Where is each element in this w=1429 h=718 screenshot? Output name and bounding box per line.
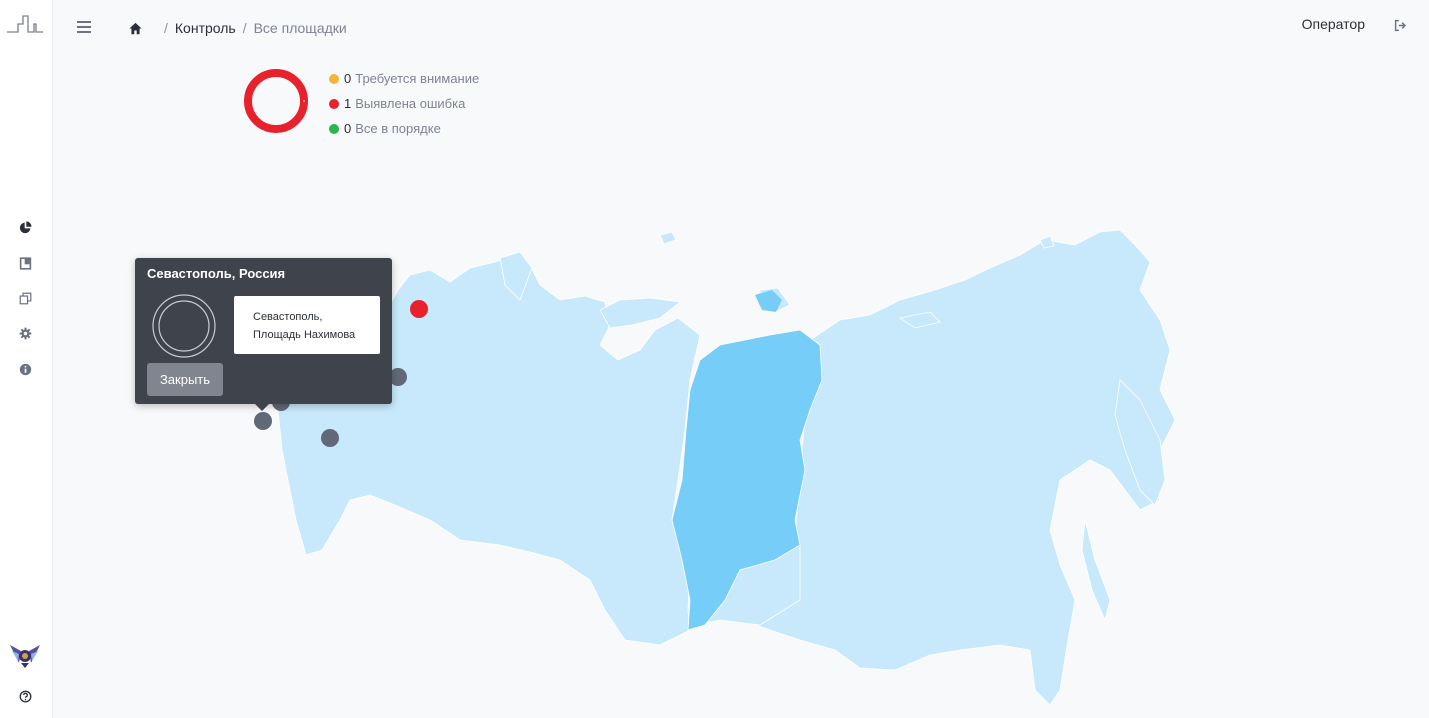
site-marker[interactable] bbox=[321, 429, 339, 447]
site-popup: Севастополь, Россия Севастополь, Площадь… bbox=[135, 258, 392, 411]
legend-label: Все в порядке bbox=[355, 121, 441, 136]
sidebar-item-help[interactable] bbox=[16, 687, 34, 705]
legend-count: 0 bbox=[344, 71, 352, 86]
info-icon bbox=[19, 363, 31, 375]
breadcrumb-separator: / bbox=[242, 20, 247, 36]
sign-out-icon[interactable] bbox=[1394, 19, 1407, 32]
breadcrumb-item-all-sites: Все площадки bbox=[253, 20, 347, 36]
breadcrumb-item-control[interactable]: Контроль bbox=[175, 20, 236, 36]
legend-item-ok: 0 Все в порядке bbox=[329, 116, 479, 141]
legend-label: Требуется внимание bbox=[355, 71, 480, 86]
user-name[interactable]: Оператор bbox=[1302, 16, 1365, 32]
sidebar bbox=[0, 0, 53, 718]
legend-count: 0 bbox=[344, 121, 352, 136]
sidebar-item-journal[interactable] bbox=[16, 254, 34, 272]
address-line: Севастополь, bbox=[253, 311, 323, 323]
menu-toggle-icon[interactable] bbox=[77, 21, 91, 33]
address-line: Площадь Нахимова bbox=[253, 329, 356, 341]
site-marker-selected[interactable] bbox=[254, 412, 272, 430]
sidebar-item-info[interactable] bbox=[16, 360, 34, 378]
breadcrumb: / Контроль / Все площадки bbox=[129, 20, 347, 36]
map-region-islands bbox=[659, 231, 677, 245]
legend-count: 1 bbox=[344, 96, 352, 111]
legend-item-attention: 0 Требуется внимание bbox=[329, 66, 479, 91]
status-dot bbox=[329, 73, 339, 84]
site-address-card: Севастополь, Площадь Нахимова bbox=[234, 296, 380, 354]
breadcrumb-separator: / bbox=[164, 20, 168, 36]
sidebar-item-copy[interactable] bbox=[16, 289, 34, 307]
popup-title: Севастополь, Россия bbox=[147, 266, 286, 281]
status-dot bbox=[329, 123, 339, 134]
legend-label: Выявлена ошибка bbox=[355, 96, 466, 111]
status-legend: 0 Требуется внимание 1 Выявлена ошибка 0… bbox=[329, 66, 479, 141]
russia-map[interactable] bbox=[270, 220, 1190, 718]
pie-chart-icon bbox=[19, 220, 32, 233]
sidebar-item-dashboard[interactable] bbox=[16, 218, 34, 236]
site-status-ring bbox=[152, 294, 216, 358]
emblem-logo bbox=[10, 645, 40, 668]
status-dot bbox=[329, 98, 339, 109]
book-icon bbox=[19, 256, 31, 270]
top-bar: / Контроль / Все площадки Оператор bbox=[53, 0, 1429, 56]
sidebar-item-settings[interactable] bbox=[16, 324, 34, 342]
gear-icon bbox=[19, 327, 31, 339]
site-marker-error[interactable] bbox=[410, 300, 428, 318]
app-logo[interactable] bbox=[6, 12, 44, 34]
map-region-sakhalin bbox=[1081, 519, 1111, 622]
status-donut-chart bbox=[244, 69, 308, 133]
close-button[interactable]: Закрыть bbox=[147, 363, 223, 396]
copy-icon bbox=[19, 292, 31, 304]
home-icon[interactable] bbox=[129, 22, 142, 35]
question-circle-icon bbox=[19, 690, 31, 702]
legend-item-error: 1 Выявлена ошибка bbox=[329, 91, 479, 116]
